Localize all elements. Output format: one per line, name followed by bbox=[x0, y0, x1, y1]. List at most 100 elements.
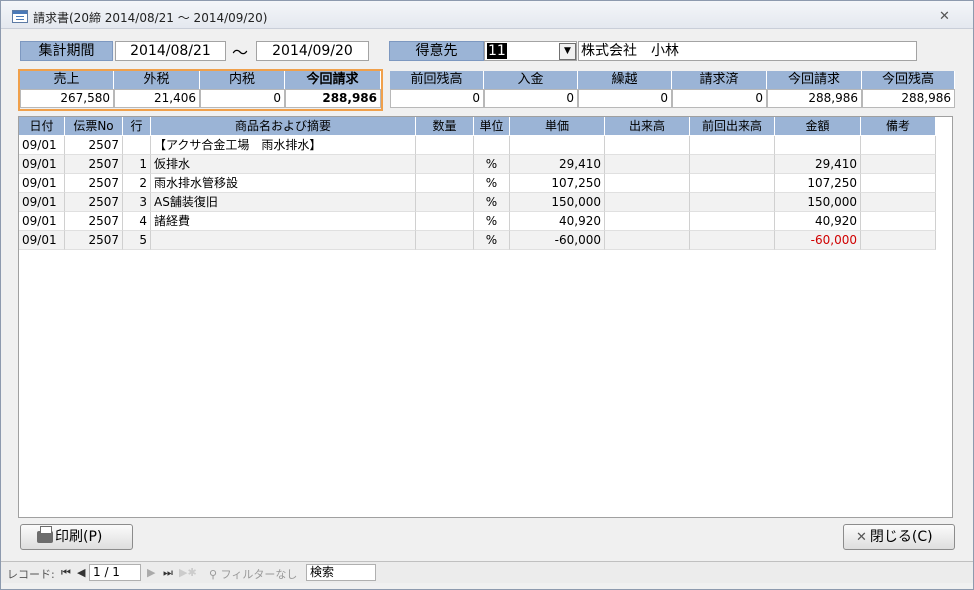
grid-cell-item-name[interactable]: 諸経費 bbox=[151, 212, 416, 231]
grid-cell-quantity[interactable] bbox=[416, 174, 474, 193]
grid-cell-line[interactable] bbox=[123, 136, 151, 155]
customer-name-field: 株式会社 小林 bbox=[578, 41, 917, 61]
form-body: 集計期間 2014/08/21 ～ 2014/09/20 得意先 11 ▼ 株式… bbox=[9, 34, 965, 559]
grid-cell-date[interactable]: 09/01 bbox=[19, 155, 65, 174]
grid-header-slip-no: 伝票No bbox=[65, 117, 123, 135]
grid-cell-previous-progress[interactable] bbox=[690, 212, 775, 231]
grid-cell-line[interactable]: 1 bbox=[123, 155, 151, 174]
sum-val-current-balance: 288,986 bbox=[862, 89, 955, 108]
last-record-icon[interactable]: ⏭ bbox=[163, 566, 173, 580]
grid-cell-previous-progress[interactable] bbox=[690, 231, 775, 250]
filter-icon: ⚲ bbox=[209, 568, 221, 581]
grid-cell-unit[interactable]: % bbox=[474, 193, 510, 212]
print-button[interactable]: 印刷(P) bbox=[20, 524, 133, 550]
grid-cell-remarks[interactable] bbox=[861, 231, 936, 250]
filter-status[interactable]: ⚲ フィルターなし bbox=[209, 566, 297, 582]
grid-cell-unit-price[interactable]: 29,410 bbox=[510, 155, 605, 174]
grid-cell-line[interactable]: 4 bbox=[123, 212, 151, 231]
customer-dropdown-button[interactable]: ▼ bbox=[559, 43, 576, 60]
grid-cell-date[interactable]: 09/01 bbox=[19, 193, 65, 212]
grid-cell-item-name[interactable]: 雨水排水管移設 bbox=[151, 174, 416, 193]
sum-head-current-billing-right: 今回請求 bbox=[767, 71, 862, 89]
grid-cell-amount[interactable] bbox=[775, 136, 861, 155]
grid-cell-previous-progress[interactable] bbox=[690, 174, 775, 193]
period-label: 集計期間 bbox=[20, 41, 113, 61]
grid-cell-amount[interactable]: -60,000 bbox=[775, 231, 861, 250]
grid-cell-line[interactable]: 5 bbox=[123, 231, 151, 250]
close-button[interactable]: ✕ 閉じる(C) bbox=[843, 524, 955, 550]
grid-cell-progress[interactable] bbox=[605, 174, 690, 193]
grid-cell-amount[interactable]: 107,250 bbox=[775, 174, 861, 193]
grid-cell-quantity[interactable] bbox=[416, 231, 474, 250]
grid-cell-unit[interactable] bbox=[474, 136, 510, 155]
grid-cell-unit-price[interactable]: 150,000 bbox=[510, 193, 605, 212]
previous-record-icon[interactable]: ◀ bbox=[77, 566, 85, 579]
grid-header-date: 日付 bbox=[19, 117, 65, 135]
grid-cell-unit[interactable]: % bbox=[474, 212, 510, 231]
grid-cell-quantity[interactable] bbox=[416, 136, 474, 155]
grid-cell-previous-progress[interactable] bbox=[690, 136, 775, 155]
sum-head-previous-balance: 前回残高 bbox=[390, 71, 484, 89]
grid-cell-unit[interactable]: % bbox=[474, 155, 510, 174]
grid-cell-remarks[interactable] bbox=[861, 174, 936, 193]
grid-cell-progress[interactable] bbox=[605, 136, 690, 155]
grid-cell-quantity[interactable] bbox=[416, 193, 474, 212]
printer-icon bbox=[37, 526, 53, 543]
grid-cell-unit-price[interactable]: -60,000 bbox=[510, 231, 605, 250]
grid-cell-unit[interactable]: % bbox=[474, 174, 510, 193]
grid-cell-progress[interactable] bbox=[605, 193, 690, 212]
grid-cell-item-name[interactable]: 【アクサ合金工場 雨水排水】 bbox=[151, 136, 416, 155]
grid-cell-unit-price[interactable]: 107,250 bbox=[510, 174, 605, 193]
grid-cell-quantity[interactable] bbox=[416, 155, 474, 174]
grid-cell-unit[interactable]: % bbox=[474, 231, 510, 250]
grid-cell-previous-progress[interactable] bbox=[690, 193, 775, 212]
sum-head-sales: 売上 bbox=[20, 71, 114, 89]
grid-cell-progress[interactable] bbox=[605, 231, 690, 250]
grid-cell-remarks[interactable] bbox=[861, 136, 936, 155]
sum-head-billed: 請求済 bbox=[672, 71, 767, 89]
grid-cell-item-name[interactable] bbox=[151, 231, 416, 250]
grid-cell-slip-no[interactable]: 2507 bbox=[65, 174, 123, 193]
grid-header-amount: 金額 bbox=[775, 117, 861, 135]
grid-cell-amount[interactable]: 40,920 bbox=[775, 212, 861, 231]
grid-cell-item-name[interactable]: AS舗装復旧 bbox=[151, 193, 416, 212]
period-from-field[interactable]: 2014/08/21 bbox=[115, 41, 226, 61]
grid-cell-slip-no[interactable]: 2507 bbox=[65, 231, 123, 250]
next-record-icon[interactable]: ▶ bbox=[147, 566, 155, 579]
close-window-icon[interactable]: ✕ bbox=[939, 9, 950, 24]
grid-cell-line[interactable]: 3 bbox=[123, 193, 151, 212]
grid-cell-unit-price[interactable] bbox=[510, 136, 605, 155]
grid-cell-progress[interactable] bbox=[605, 212, 690, 231]
sum-val-carryover: 0 bbox=[578, 89, 672, 108]
grid-cell-date[interactable]: 09/01 bbox=[19, 231, 65, 250]
grid-cell-date[interactable]: 09/01 bbox=[19, 212, 65, 231]
grid-cell-line[interactable]: 2 bbox=[123, 174, 151, 193]
period-to-field[interactable]: 2014/09/20 bbox=[256, 41, 369, 61]
grid-cell-slip-no[interactable]: 2507 bbox=[65, 193, 123, 212]
grid-cell-date[interactable]: 09/01 bbox=[19, 136, 65, 155]
search-input[interactable]: 検索 bbox=[306, 564, 376, 581]
customer-code-value: 11 bbox=[487, 43, 507, 59]
grid-cell-remarks[interactable] bbox=[861, 155, 936, 174]
grid-cell-previous-progress[interactable] bbox=[690, 155, 775, 174]
first-record-icon[interactable]: ⏮ bbox=[61, 566, 71, 580]
grid-cell-quantity[interactable] bbox=[416, 212, 474, 231]
grid-cell-progress[interactable] bbox=[605, 155, 690, 174]
form-icon bbox=[12, 10, 28, 23]
sum-val-internal-tax: 0 bbox=[200, 89, 285, 108]
sum-head-current-balance: 今回残高 bbox=[862, 71, 955, 89]
grid-cell-date[interactable]: 09/01 bbox=[19, 174, 65, 193]
grid-cell-amount[interactable]: 150,000 bbox=[775, 193, 861, 212]
grid-cell-slip-no[interactable]: 2507 bbox=[65, 212, 123, 231]
grid-cell-unit-price[interactable]: 40,920 bbox=[510, 212, 605, 231]
grid-cell-item-name[interactable]: 仮排水 bbox=[151, 155, 416, 174]
sum-val-current-billing-right: 288,986 bbox=[767, 89, 862, 108]
new-record-icon[interactable]: ▶✱ bbox=[179, 566, 197, 579]
current-record-field[interactable]: 1 / 1 bbox=[89, 564, 141, 581]
sum-val-previous-balance: 0 bbox=[390, 89, 484, 108]
grid-cell-slip-no[interactable]: 2507 bbox=[65, 136, 123, 155]
grid-cell-amount[interactable]: 29,410 bbox=[775, 155, 861, 174]
grid-cell-remarks[interactable] bbox=[861, 193, 936, 212]
grid-cell-remarks[interactable] bbox=[861, 212, 936, 231]
grid-cell-slip-no[interactable]: 2507 bbox=[65, 155, 123, 174]
